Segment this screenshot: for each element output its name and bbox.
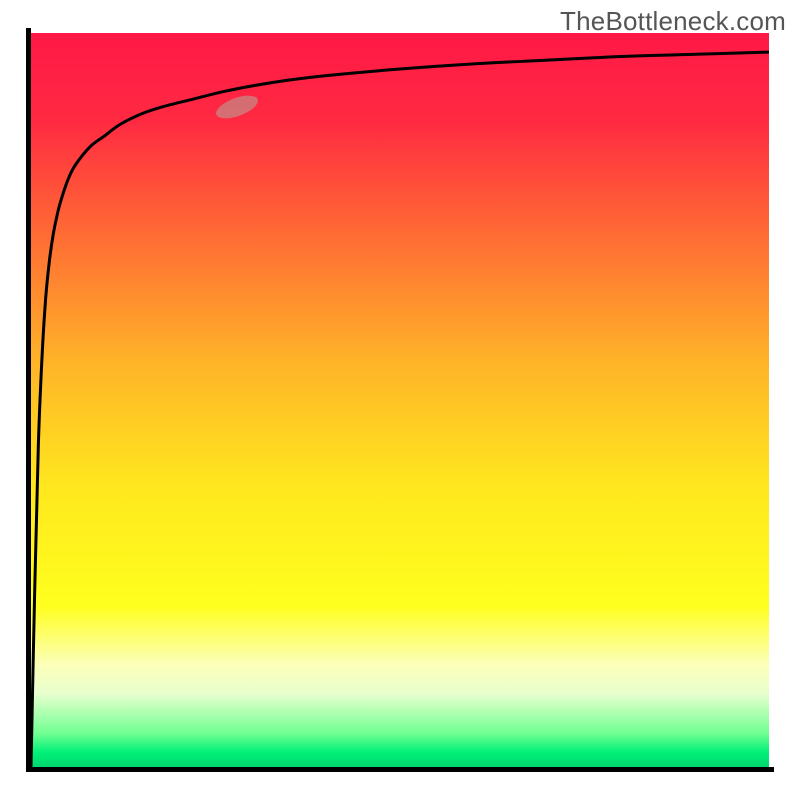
chart-frame: TheBottleneck.com [0,0,800,800]
watermark-label: TheBottleneck.com [560,6,786,37]
chart-svg [0,0,800,800]
gradient-background [31,33,769,767]
